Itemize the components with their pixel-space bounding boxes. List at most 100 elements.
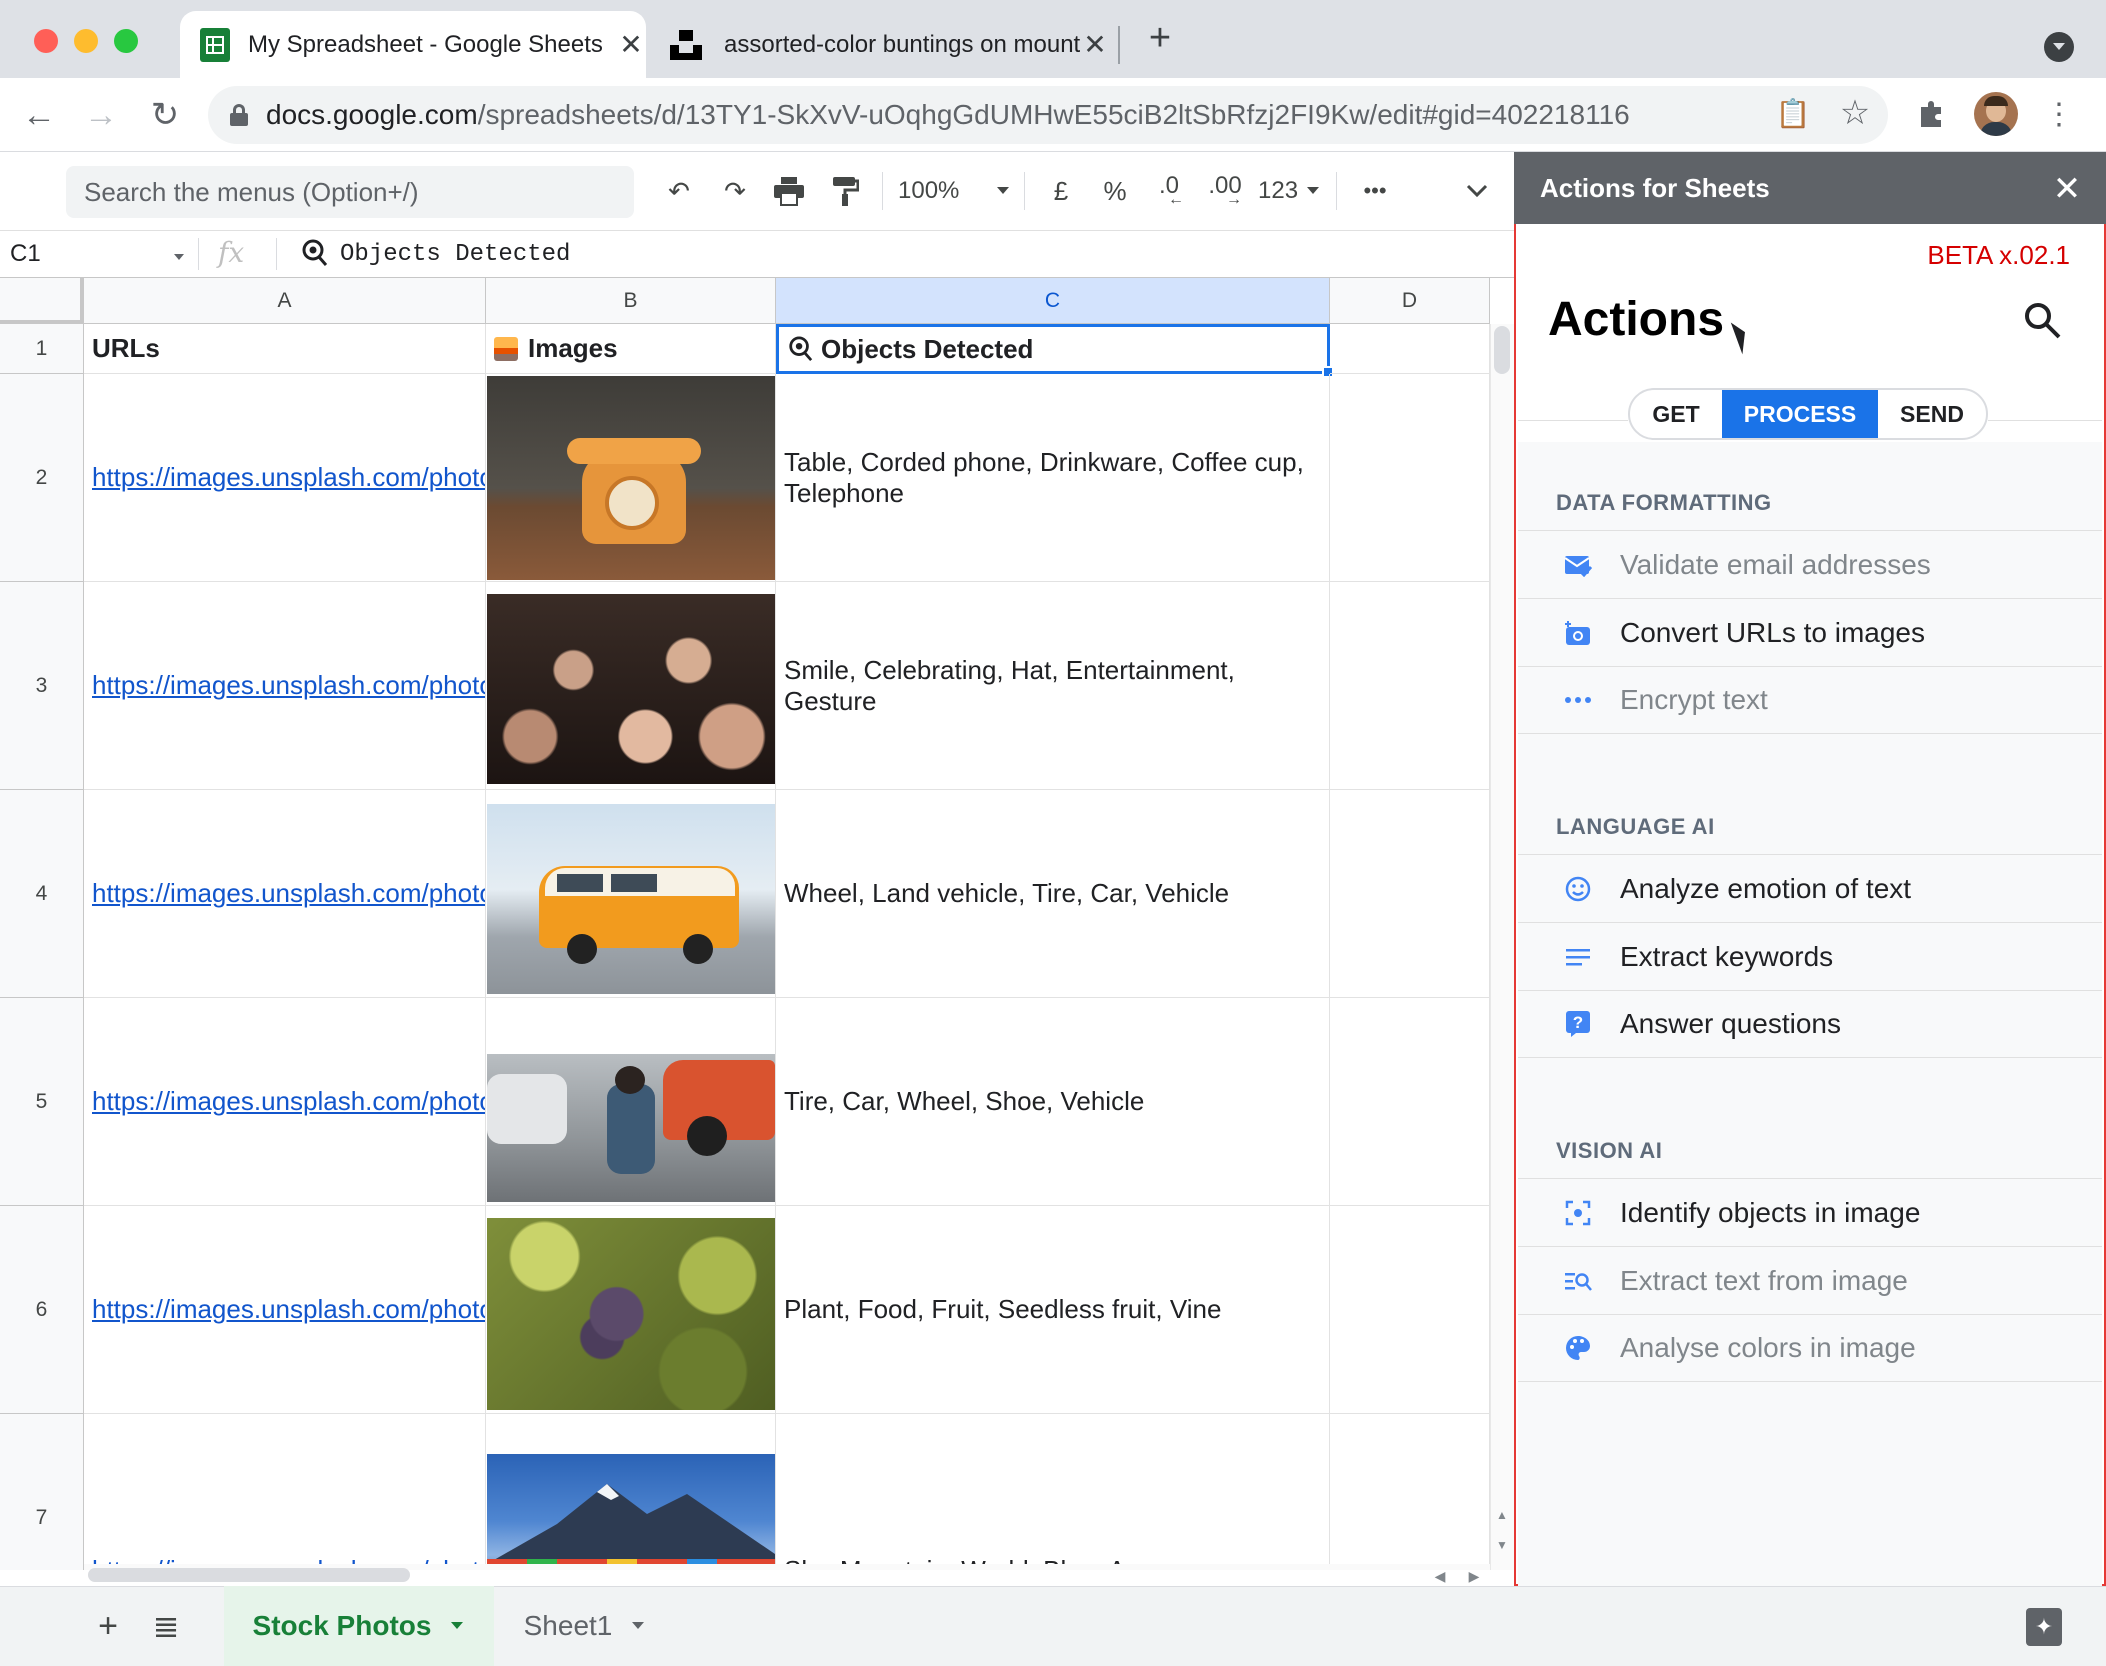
sheet-tab-stock-photos[interactable]: Stock Photos (224, 1586, 494, 1666)
objects-cell[interactable]: Sky, Mountain, World, Blue, Azure (776, 1414, 1330, 1570)
currency-format-button[interactable]: £ (1040, 168, 1082, 214)
action-analyse-colors[interactable]: Analyse colors in image (1518, 1314, 2102, 1382)
vertical-scrollbar-thumb[interactable] (1494, 326, 1510, 374)
name-box[interactable]: C1 (10, 236, 185, 272)
objects-cell[interactable]: Table, Corded phone, Drinkware, Coffee c… (776, 374, 1330, 582)
column-header-b[interactable]: B (486, 278, 776, 324)
column-header-a[interactable]: A (84, 278, 486, 324)
extensions-puzzle-icon[interactable] (1914, 96, 1950, 132)
image-cell[interactable] (486, 1206, 776, 1414)
tab-search-button[interactable] (2044, 32, 2074, 62)
scroll-right-arrow-icon[interactable]: ▶ (1460, 1566, 1488, 1586)
undo-button[interactable]: ↶ (656, 168, 702, 214)
row-header[interactable]: 5 (0, 998, 84, 1206)
image-cell[interactable] (486, 1414, 776, 1570)
url-link[interactable]: https://images.unsplash.com/photo (92, 878, 485, 909)
url-cell[interactable]: https://images.unsplash.com/photo (84, 998, 486, 1206)
explore-sparkle-icon[interactable]: ✦ (2026, 1608, 2062, 1646)
action-identify-objects[interactable]: Identify objects in image (1518, 1178, 2102, 1246)
number-format-select[interactable]: 123 (1258, 168, 1320, 214)
cell[interactable] (1330, 1206, 1490, 1414)
header-cell-images[interactable]: Images (486, 324, 776, 374)
column-header-c[interactable]: C (776, 278, 1330, 324)
profile-avatar[interactable] (1974, 92, 2018, 136)
segment-send[interactable]: SEND (1878, 390, 1986, 438)
percent-format-button[interactable]: % (1094, 168, 1136, 214)
action-extract-text[interactable]: Extract text from image (1518, 1246, 2102, 1314)
action-validate-email[interactable]: Validate email addresses (1518, 530, 2102, 598)
url-cell[interactable]: https://images.unsplash.com/photo (84, 1414, 486, 1570)
objects-cell[interactable]: Wheel, Land vehicle, Tire, Car, Vehicle (776, 790, 1330, 998)
url-cell[interactable]: https://images.unsplash.com/photo (84, 582, 486, 790)
cell[interactable] (1330, 374, 1490, 582)
column-header-d[interactable]: D (1330, 278, 1490, 324)
header-cell-urls[interactable]: URLs (84, 324, 486, 374)
new-tab-button[interactable]: + (1140, 17, 1180, 59)
formula-input[interactable]: Objects Detected (340, 236, 570, 272)
image-cell[interactable] (486, 998, 776, 1206)
tab-close-icon[interactable]: ✕ (616, 28, 646, 61)
action-analyze-emotion[interactable]: Analyze emotion of text (1518, 854, 2102, 922)
scroll-left-arrow-icon[interactable]: ◀ (1426, 1566, 1454, 1586)
cell[interactable] (1330, 324, 1490, 374)
collapse-toolbar-button[interactable] (1460, 168, 1494, 214)
url-link[interactable]: https://images.unsplash.com/photo (92, 1294, 485, 1325)
image-cell[interactable] (486, 582, 776, 790)
segment-process[interactable]: PROCESS (1722, 390, 1878, 438)
panel-search-icon[interactable] (2022, 300, 2066, 344)
url-link[interactable]: https://images.unsplash.com/photo (92, 462, 485, 493)
segment-get[interactable]: GET (1630, 390, 1722, 438)
all-sheets-menu-icon[interactable]: ≣ (144, 1604, 188, 1648)
row-header[interactable]: 6 (0, 1206, 84, 1414)
clipboard-icon[interactable]: 📋 (1776, 96, 1811, 130)
row-header[interactable]: 2 (0, 374, 84, 582)
row-header[interactable]: 1 (0, 324, 84, 374)
bookmark-star-icon[interactable]: ☆ (1836, 94, 1874, 132)
back-button[interactable]: ← (16, 92, 62, 138)
redo-button[interactable]: ↷ (712, 168, 758, 214)
reload-button[interactable]: ↻ (142, 92, 188, 138)
print-button[interactable] (766, 168, 812, 214)
add-sheet-button[interactable]: + (86, 1604, 130, 1648)
decrease-decimal-button[interactable]: .0 ← (1146, 168, 1192, 214)
browser-tab-sheets[interactable]: My Spreadsheet - Google Sheets ✕ (180, 11, 646, 78)
objects-cell[interactable]: Smile, Celebrating, Hat, Entertainment, … (776, 582, 1330, 790)
action-answer-questions[interactable]: ? Answer questions (1518, 990, 2102, 1058)
select-all-corner[interactable] (0, 278, 84, 324)
zoom-select[interactable]: 100% (898, 168, 1010, 214)
action-encrypt-text[interactable]: Encrypt text (1518, 666, 2102, 734)
minimize-window-button[interactable] (74, 29, 98, 53)
more-tools-button[interactable]: ••• (1352, 168, 1398, 214)
url-cell[interactable]: https://images.unsplash.com/photo (84, 374, 486, 582)
browser-menu-kebab-icon[interactable]: ⋮ (2044, 94, 2074, 134)
browser-tab-unsplash[interactable]: assorted-color buntings on mountain ✕ (650, 11, 1110, 78)
paint-format-button[interactable] (822, 168, 868, 214)
header-cell-objects-selected[interactable]: Objects Detected (776, 324, 1330, 374)
increase-decimal-button[interactable]: .00 → (1198, 168, 1252, 214)
url-bar[interactable]: docs.google.com/spreadsheets/d/13TY1-SkX… (208, 86, 1888, 144)
tab-close-icon[interactable]: ✕ (1080, 28, 1110, 61)
cell[interactable] (1330, 1414, 1490, 1570)
url-cell[interactable]: https://images.unsplash.com/photo (84, 1206, 486, 1414)
row-header[interactable]: 4 (0, 790, 84, 998)
objects-cell[interactable]: Tire, Car, Wheel, Shoe, Vehicle (776, 998, 1330, 1206)
url-cell[interactable]: https://images.unsplash.com/photo (84, 790, 486, 998)
image-cell[interactable] (486, 374, 776, 582)
url-link[interactable]: https://images.unsplash.com/photo (92, 670, 485, 701)
url-link[interactable]: https://images.unsplash.com/photo (92, 1086, 485, 1117)
menu-search-input[interactable]: Search the menus (Option+/) (66, 166, 634, 218)
forward-button[interactable]: → (78, 92, 124, 138)
scroll-down-arrow-icon[interactable]: ▼ (1490, 1530, 1514, 1560)
cell[interactable] (1330, 582, 1490, 790)
image-cell[interactable] (486, 790, 776, 998)
panel-close-icon[interactable]: ✕ (2046, 168, 2088, 210)
vertical-scrollbar-track[interactable] (1490, 324, 1514, 1570)
row-header[interactable]: 7 (0, 1414, 84, 1570)
cell[interactable] (1330, 998, 1490, 1206)
sheet-tab-sheet1[interactable]: Sheet1 (500, 1586, 670, 1666)
maximize-window-button[interactable] (114, 29, 138, 53)
objects-cell[interactable]: Plant, Food, Fruit, Seedless fruit, Vine (776, 1206, 1330, 1414)
cell[interactable] (1330, 790, 1490, 998)
horizontal-scrollbar-thumb[interactable] (88, 1568, 410, 1582)
scroll-up-arrow-icon[interactable]: ▲ (1490, 1500, 1514, 1530)
